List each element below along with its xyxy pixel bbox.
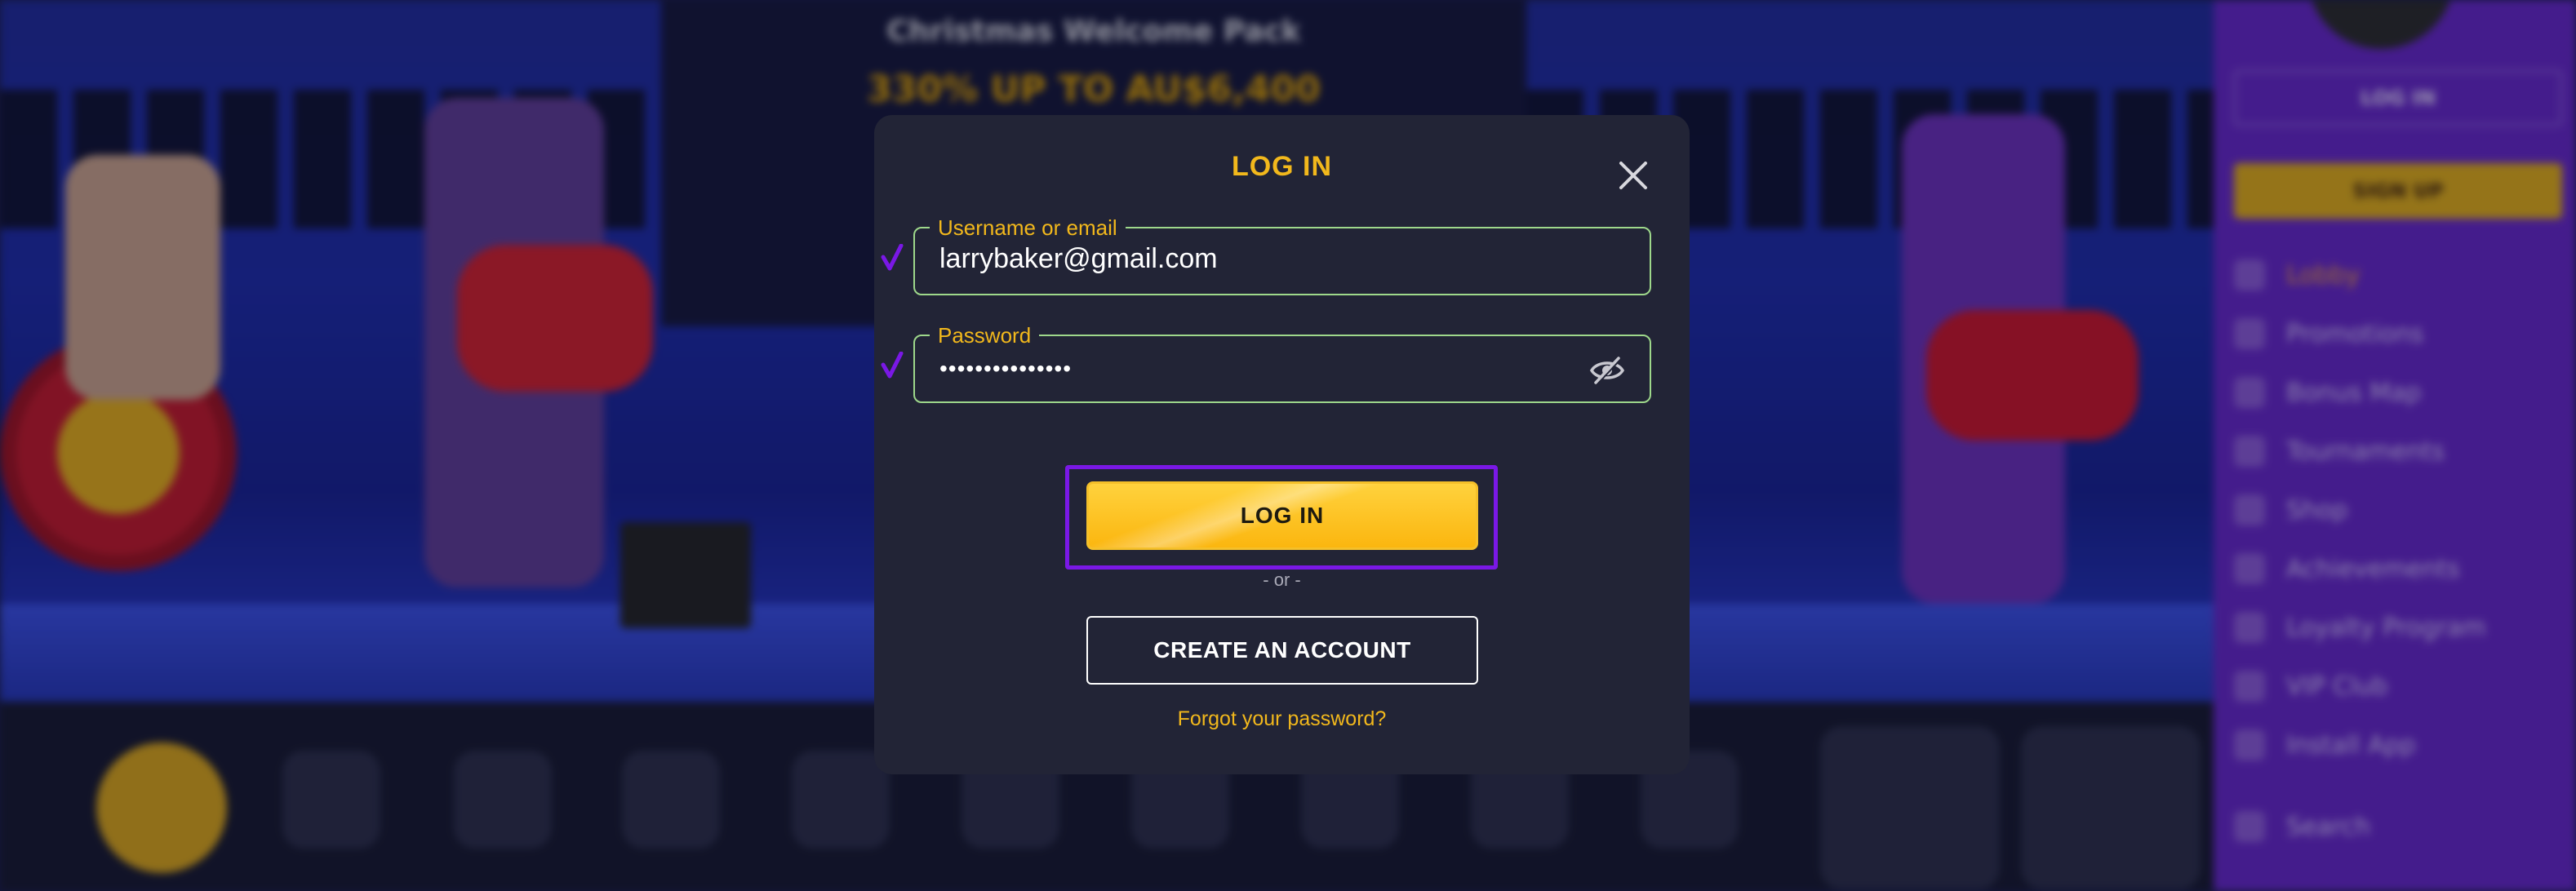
valid-check-icon xyxy=(881,352,904,379)
login-button[interactable]: LOG IN xyxy=(1086,481,1478,550)
valid-check-icon xyxy=(881,244,904,271)
modal-title: LOG IN xyxy=(1231,151,1333,182)
login-modal: LOG IN Username or email larrybaker@gmai… xyxy=(874,115,1690,774)
password-input[interactable]: ••••••••••••••• xyxy=(939,356,1576,382)
username-label: Username or email xyxy=(930,215,1126,241)
eye-slash-icon xyxy=(1589,357,1625,385)
password-label: Password xyxy=(930,323,1040,348)
username-field[interactable]: Username or email larrybaker@gmail.com xyxy=(913,215,1651,295)
password-field[interactable]: Password ••••••••••••••• xyxy=(913,323,1651,403)
or-separator: - or - xyxy=(1263,570,1301,590)
close-button[interactable] xyxy=(1609,151,1658,200)
show-password-toggle[interactable] xyxy=(1589,354,1625,387)
username-input[interactable]: larrybaker@gmail.com xyxy=(939,243,1576,275)
create-account-button[interactable]: CREATE AN ACCOUNT xyxy=(1086,616,1478,685)
forgot-password-link[interactable]: Forgot your password? xyxy=(874,707,1690,731)
close-icon xyxy=(1619,162,1647,189)
